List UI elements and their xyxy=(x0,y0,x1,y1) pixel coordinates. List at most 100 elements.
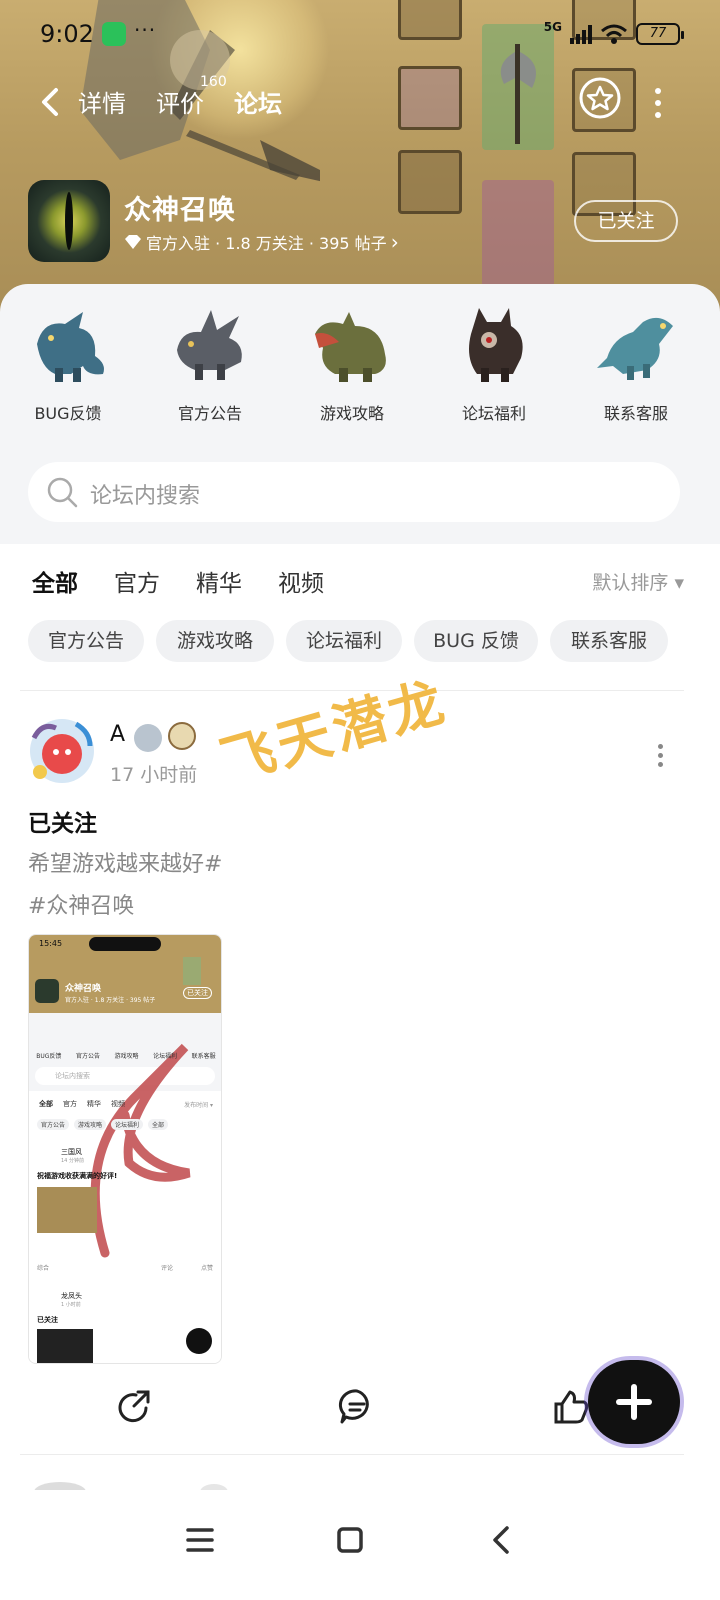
thumb-post1-time: 14 分钟前 xyxy=(61,1158,84,1164)
post-author[interactable]: A xyxy=(110,722,125,747)
thumb-tabs: 全部 官方 精华 视频 xyxy=(39,1099,125,1109)
shortcut-label: BUG反馈 xyxy=(34,404,102,423)
thumb-post2-title: 已关注 xyxy=(37,1316,58,1324)
follow-button[interactable]: 已关注 xyxy=(574,200,678,242)
shortcut-label: 论坛福利 xyxy=(461,404,526,423)
post-image-thumbnail[interactable]: 15:45 众神召唤 官方入驻 · 1.8 万关注 · 395 帖子 已关注 B… xyxy=(28,934,222,1364)
game-info: 众神召唤 官方入驻 · 1.8 万关注 · 395 帖子 › 已关注 xyxy=(28,180,692,264)
thumb-shortcut-label: BUG反馈 xyxy=(36,1053,62,1060)
status-dots: ··· xyxy=(134,18,157,42)
comment-icon[interactable] xyxy=(338,1388,376,1426)
back-icon[interactable] xyxy=(36,84,68,120)
watermark-text: 飞天潜龙 xyxy=(213,669,455,795)
thumb-shortcuts: BUG反馈 官方公告 游戏攻略 论坛福利 联系客服 xyxy=(29,1051,221,1060)
review-count-badge: 160 xyxy=(200,74,227,90)
thumb-chip: 论坛福利 xyxy=(111,1119,144,1130)
thumb-post1-author: 三国风 xyxy=(61,1148,82,1156)
thumb-shortcut-label: 联系客服 xyxy=(191,1053,216,1060)
plus-icon-vertical xyxy=(631,1384,637,1420)
shortcut-customer-service[interactable]: 联系客服 xyxy=(576,304,696,424)
back-nav-icon[interactable] xyxy=(482,1520,522,1560)
dragon-icon xyxy=(37,312,104,382)
shortcut-forum-welfare[interactable]: 论坛福利 xyxy=(434,304,554,424)
filter-tabs: 全部 官方 精华 视频 默认排序 ▾ xyxy=(0,560,720,610)
like-icon[interactable] xyxy=(552,1388,590,1426)
shortcut-bug-feedback[interactable]: BUG反馈 xyxy=(8,304,128,424)
thumb-chips: 官方公告 游戏攻略 论坛福利 全部 xyxy=(37,1119,169,1130)
thumb-follow-button: 已关注 xyxy=(183,987,212,999)
tab-detail[interactable]: 详情 xyxy=(78,84,126,119)
tab-review[interactable]: 评价 xyxy=(156,84,204,119)
top-nav: 详情 评价 160 论坛 xyxy=(0,74,720,126)
thumb-shortcut-label: 论坛福利 xyxy=(153,1053,178,1060)
menu-icon[interactable] xyxy=(180,1520,220,1560)
wechat-icon xyxy=(102,22,126,46)
thumb-post1-comment: 评论 xyxy=(161,1265,174,1272)
filter-tab-video[interactable]: 视频 xyxy=(278,564,324,598)
dragon-icon xyxy=(469,308,523,382)
chip-bug-feedback[interactable]: BUG 反馈 xyxy=(414,620,538,662)
thumb-tab-label: 官方 xyxy=(63,1100,77,1108)
search-placeholder: 论坛内搜索 xyxy=(90,484,201,509)
game-meta-text: 官方入驻 · 1.8 万关注 · 395 帖子 xyxy=(146,234,387,253)
signal-icon xyxy=(570,24,592,44)
chip-customer-service[interactable]: 联系客服 xyxy=(550,620,668,662)
thumb-status-time: 15:45 xyxy=(39,939,63,948)
thumb-post2-author: 龙凤头 xyxy=(61,1292,82,1300)
thumb-post1-title: 祝福游戏收获满满的好评! xyxy=(37,1172,118,1180)
post-hashtag[interactable]: #众神召唤 xyxy=(28,888,134,920)
level-badge-icon xyxy=(134,724,162,752)
share-icon[interactable] xyxy=(116,1388,154,1426)
diamond-icon xyxy=(125,235,141,249)
status-indicators: 5G 77 xyxy=(543,20,684,48)
thumb-post1-tag: 综合 xyxy=(37,1265,50,1272)
shortcut-official-announcement[interactable]: 官方公告 xyxy=(150,304,270,424)
thumb-search-placeholder: 论坛内搜索 xyxy=(55,1072,90,1080)
thumb-shortcut-label: 游戏攻略 xyxy=(114,1053,139,1060)
thumb-tab-label: 视频 xyxy=(111,1100,125,1108)
thumb-chip: 官方公告 xyxy=(37,1119,70,1130)
shortcut-label: 官方公告 xyxy=(177,404,242,423)
system-nav-bar xyxy=(0,1490,720,1600)
avatar[interactable] xyxy=(26,718,98,784)
dragon-icon xyxy=(315,312,386,382)
create-post-button[interactable] xyxy=(588,1360,680,1444)
game-icon[interactable] xyxy=(28,180,110,262)
battery-icon: 77 xyxy=(636,23,684,45)
post-more-icon[interactable] xyxy=(656,744,664,767)
filter-tab-official[interactable]: 官方 xyxy=(114,564,160,598)
dragon-icon xyxy=(177,310,242,380)
post-title: 已关注 xyxy=(28,811,97,837)
game-name: 众神召唤 xyxy=(124,195,236,226)
status-bar: 9:02 ··· 5G 77 xyxy=(0,0,720,70)
chip-guide[interactable]: 游戏攻略 xyxy=(156,620,274,662)
character-badge-icon xyxy=(168,722,196,750)
home-icon[interactable] xyxy=(330,1520,370,1560)
chip-welfare[interactable]: 论坛福利 xyxy=(286,620,402,662)
thumb-game-meta: 官方入驻 · 1.8 万关注 · 395 帖子 xyxy=(65,997,156,1004)
divider xyxy=(20,1454,684,1455)
thumb-post1-like: 点赞 xyxy=(201,1265,214,1272)
search-input[interactable]: 论坛内搜索 xyxy=(28,462,680,522)
thumb-tab-label: 精华 xyxy=(87,1100,101,1108)
tab-forum-label: 论坛 xyxy=(234,90,282,118)
thumb-chip: 游戏攻略 xyxy=(74,1119,107,1130)
filter-tab-all[interactable]: 全部 xyxy=(32,564,78,602)
post-card[interactable]: A 17 小时前 飞天潜龙 已关注 希望游戏越来越好# #众神召唤 15:45 … xyxy=(0,670,720,1460)
shortcut-game-guide[interactable]: 游戏攻略 xyxy=(292,304,412,424)
thumb-chip: 全部 xyxy=(148,1119,169,1130)
filter-tab-featured[interactable]: 精华 xyxy=(196,564,242,598)
network-type: 5G xyxy=(543,20,562,34)
thumb-tab-label: 全部 xyxy=(39,1100,53,1108)
chip-announcement[interactable]: 官方公告 xyxy=(28,620,144,662)
shortcut-label: 联系客服 xyxy=(603,404,668,423)
filter-tab-label: 全部 xyxy=(32,571,78,597)
status-time: 9:02 xyxy=(40,20,94,48)
favorite-star-icon[interactable] xyxy=(578,76,622,120)
more-vertical-icon[interactable] xyxy=(648,88,668,118)
game-meta[interactable]: 官方入驻 · 1.8 万关注 · 395 帖子 › xyxy=(124,230,399,254)
sort-dropdown[interactable]: 默认排序 ▾ xyxy=(592,568,684,595)
post-body-line1: 希望游戏越来越好# xyxy=(28,852,223,877)
tab-forum[interactable]: 论坛 xyxy=(234,84,282,119)
category-chips: 官方公告 游戏攻略 论坛福利 BUG 反馈 联系客服 xyxy=(28,620,708,664)
